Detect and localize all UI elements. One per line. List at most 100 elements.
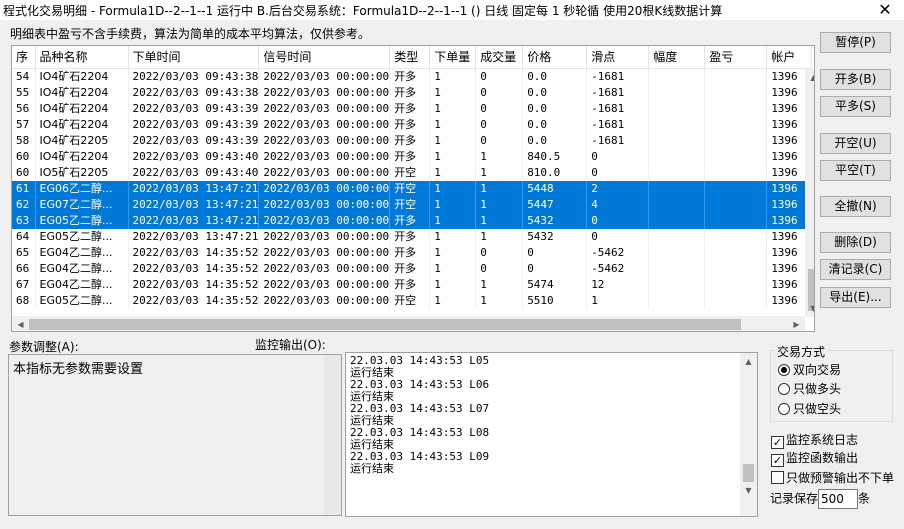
column-header[interactable]: 帐户: [766, 46, 813, 69]
column-header[interactable]: 成交量: [475, 46, 524, 69]
cell-range: [648, 276, 706, 293]
cell-filled: 1: [475, 196, 524, 213]
table-row[interactable]: 60 IO4矿石2204 2022/03/03 09:43:40 2022/03/03…: [12, 148, 813, 165]
cell-qty: 1: [429, 276, 477, 293]
column-header[interactable]: 下单量: [429, 46, 477, 69]
column-header[interactable]: 滑点: [586, 46, 650, 69]
column-header[interactable]: 价格: [522, 46, 588, 69]
table-row[interactable]: 60 IO5矿石2205 2022/03/03 09:43:40 2022/03/03…: [12, 164, 813, 181]
cell-price: 5432: [522, 228, 588, 245]
cell-slip: 2: [586, 180, 650, 197]
monitor-scrollbar[interactable]: ▲ ▼: [740, 353, 757, 516]
open-short-button[interactable]: 开空(U): [820, 133, 891, 154]
cell-signal-time: 2022/03/03 00:00:00: [258, 228, 391, 245]
table-row[interactable]: 62 EG07乙二醇... 2022/03/03 13:47:21 2022/03/0…: [12, 196, 813, 213]
cell-signal-time: 2022/03/03 00:00:00: [258, 276, 391, 293]
table-row[interactable]: 54 IO4矿石2204 2022/03/03 09:43:38 2022/03/03…: [12, 68, 813, 85]
cell-filled: 1: [475, 180, 524, 197]
scroll-left-icon[interactable]: ◀: [12, 316, 29, 331]
monitor-scroll-up-icon[interactable]: ▲: [740, 353, 757, 370]
radio-short-only[interactable]: 只做空头: [778, 400, 841, 417]
grid-vertical-scrollbar[interactable]: ▲ ▼: [805, 69, 814, 317]
checkbox-checked-icon[interactable]: ✓: [771, 454, 784, 467]
close-icon[interactable]: ✕: [872, 0, 898, 20]
clear-records-button[interactable]: 清记录(C): [820, 259, 891, 280]
radio-long-only[interactable]: 只做多头: [778, 380, 841, 397]
cell-price: 5432: [522, 212, 588, 229]
delete-button[interactable]: 删除(D): [820, 232, 891, 253]
cell-qty: 1: [429, 228, 477, 245]
grid-horizontal-scrollbar[interactable]: ◀ ▶: [12, 316, 805, 331]
column-header[interactable]: 信号时间: [258, 46, 391, 69]
export-button[interactable]: 导出(E)...: [820, 287, 891, 308]
pause-button[interactable]: 暂停(P): [820, 32, 891, 53]
cell-order-time: 2022/03/03 09:43:38: [128, 84, 260, 101]
cell-price: 5474: [522, 276, 588, 293]
cell-filled: 0: [475, 116, 524, 133]
cell-order-time: 2022/03/03 14:35:52: [128, 276, 260, 293]
radio-icon[interactable]: [778, 383, 790, 395]
open-long-button[interactable]: 开多(B): [820, 69, 891, 90]
cell-filled: 0: [475, 100, 524, 117]
cell-range: [648, 148, 706, 165]
cell-name: EG06乙二醇...: [35, 180, 129, 197]
cell-pnl: [704, 68, 768, 85]
table-row[interactable]: 58 IO4矿石2205 2022/03/03 09:43:39 2022/03/03…: [12, 132, 813, 149]
checkbox-checked-icon[interactable]: ✓: [771, 436, 784, 449]
table-row[interactable]: 64 EG05乙二醇... 2022/03/03 13:47:21 2022/03/0…: [12, 228, 813, 245]
table-row[interactable]: 65 EG04乙二醇... 2022/03/03 14:35:52 2022/03/0…: [12, 244, 813, 261]
radio-both[interactable]: 双向交易: [778, 361, 841, 378]
table-row[interactable]: 61 EG06乙二醇... 2022/03/03 13:47:21 2022/03/0…: [12, 180, 813, 197]
trade-detail-grid[interactable]: 序品种名称 下单时间 信号时间 类型 下单量 成交量 价格 滑点 幅度 盈亏 帐户 54 IO4矿石2…: [11, 45, 815, 332]
table-row[interactable]: 68 EG05乙二醇... 2022/03/03 14:35:52 2022/03/0…: [12, 292, 813, 309]
table-row[interactable]: 63 EG05乙二醇... 2022/03/03 13:47:21 2022/03/0…: [12, 212, 813, 229]
cell-type: 开多: [389, 84, 431, 101]
cell-qty: 1: [429, 196, 477, 213]
close-short-button[interactable]: 平空(T): [820, 160, 891, 181]
table-row[interactable]: 56 IO4矿石2204 2022/03/03 09:43:39 2022/03/03…: [12, 100, 813, 117]
cell-price: 0.0: [522, 68, 588, 85]
params-scrollbar[interactable]: [324, 355, 341, 515]
column-header[interactable]: 品种名称: [35, 46, 129, 69]
radio-selected-icon[interactable]: [778, 364, 790, 376]
checkbox-icon[interactable]: [771, 471, 784, 484]
hscroll-thumb[interactable]: [29, 319, 741, 330]
check-warn-only[interactable]: 只做预警输出不下单: [771, 469, 894, 486]
scroll-down-icon[interactable]: ▼: [805, 300, 814, 317]
cell-type: 开多: [389, 68, 431, 85]
scroll-up-icon[interactable]: ▲: [805, 69, 814, 86]
cell-name: IO4矿石2205: [35, 132, 129, 149]
monitor-scroll-down-icon[interactable]: ▼: [740, 482, 757, 499]
cell-slip: -1681: [586, 100, 650, 117]
close-long-button[interactable]: 平多(S): [820, 96, 891, 117]
cell-signal-time: 2022/03/03 00:00:00: [258, 260, 391, 277]
params-text: 本指标无参数需要设置: [13, 362, 144, 377]
monitor-scroll-thumb[interactable]: [743, 464, 754, 482]
table-row[interactable]: 67 EG04乙二醇... 2022/03/03 14:35:52 2022/03/0…: [12, 276, 813, 293]
column-header[interactable]: 盈亏: [704, 46, 768, 69]
cell-price: 5447: [522, 196, 588, 213]
column-header[interactable]: 下单时间: [128, 46, 260, 69]
monitor-output[interactable]: 22.03.03 14:43:53 L05 运行结束 22.03.03 14:43:…: [345, 352, 758, 517]
table-body: 54 IO4矿石2204 2022/03/03 09:43:38 2022/03/03…: [12, 68, 813, 309]
cell-range: [648, 116, 706, 133]
cell-filled: 0: [475, 68, 524, 85]
cell-signal-time: 2022/03/03 00:00:00: [258, 164, 391, 181]
cancel-all-button[interactable]: 全撤(N): [820, 196, 891, 217]
column-header[interactable]: 幅度: [648, 46, 706, 69]
params-box[interactable]: 本指标无参数需要设置: [8, 354, 342, 516]
radio-icon[interactable]: [778, 403, 790, 415]
cell-price: 0: [522, 244, 588, 261]
table-row[interactable]: 66 EG04乙二醇... 2022/03/03 14:35:52 2022/03/0…: [12, 260, 813, 277]
table-row[interactable]: 57 IO4矿石2204 2022/03/03 09:43:39 2022/03/03…: [12, 116, 813, 133]
column-header[interactable]: 序: [12, 46, 36, 69]
cell-order-time: 2022/03/03 09:43:40: [128, 148, 260, 165]
cell-slip: 1: [586, 292, 650, 309]
check-monitor-log[interactable]: ✓ 监控系统日志: [771, 431, 858, 449]
cell-pnl: [704, 212, 768, 229]
scroll-right-icon[interactable]: ▶: [788, 316, 805, 331]
column-header[interactable]: 类型: [389, 46, 431, 69]
table-row[interactable]: 55 IO4矿石2204 2022/03/03 09:43:38 2022/03/03…: [12, 84, 813, 101]
record-keep-input[interactable]: [818, 489, 859, 509]
check-monitor-func[interactable]: ✓ 监控函数输出: [771, 449, 858, 467]
